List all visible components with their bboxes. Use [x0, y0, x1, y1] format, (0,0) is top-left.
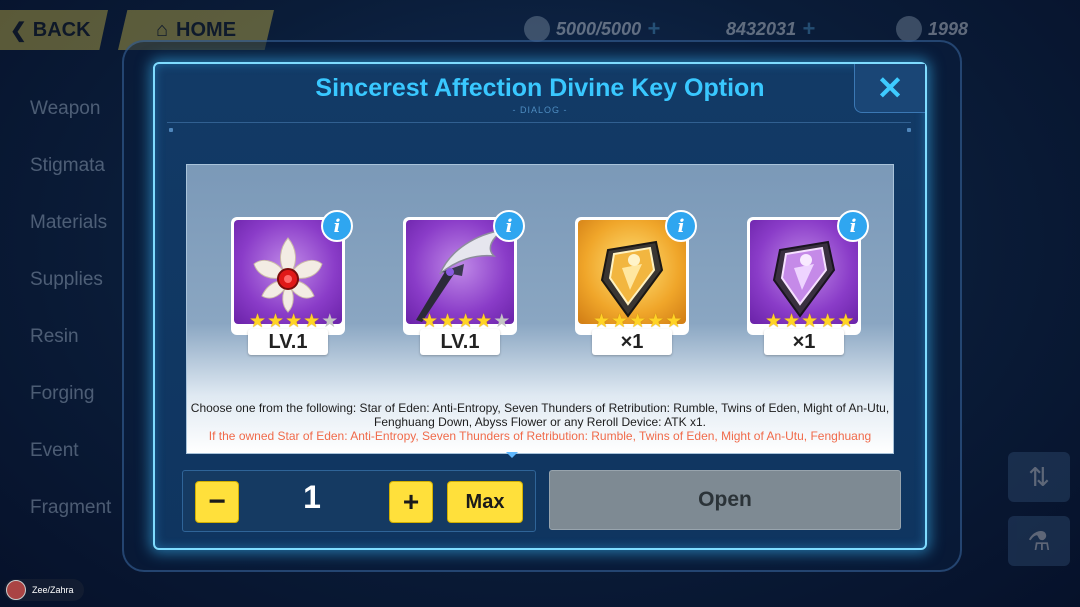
- flask-icon: ⚗: [1008, 516, 1070, 566]
- open-button[interactable]: Open: [549, 470, 901, 530]
- back-button: ❮ BACK: [0, 10, 108, 50]
- scroll-indicator-icon: [506, 452, 518, 458]
- reward-items: ★ ★ ★ ★ ★ i LV.1 ★ ★ ★ ★ ★ i LV.1 ★ ★ ★ …: [187, 210, 893, 357]
- item-quantity: ×1: [764, 329, 844, 355]
- info-icon[interactable]: i: [493, 210, 525, 242]
- plus-icon: +: [647, 16, 660, 41]
- description-text: Choose one from the following: Star of E…: [190, 401, 890, 429]
- info-icon[interactable]: i: [321, 210, 353, 242]
- side-item: Materials: [30, 211, 108, 233]
- side-item: Resin: [30, 325, 79, 347]
- chevron-left-icon: ❮: [10, 19, 27, 42]
- divine-key-dialog: Sincerest Affection Divine Key Option - …: [153, 62, 927, 550]
- reward-item[interactable]: ★ ★ ★ ★ ★ i ×1: [575, 210, 697, 355]
- coin-counter: 8432031 +: [726, 16, 815, 41]
- reward-item[interactable]: ★ ★ ★ ★ ★ i LV.1: [403, 210, 525, 355]
- corner-dot: [907, 128, 911, 132]
- side-item: Fragment: [30, 496, 112, 518]
- dialog-title: Sincerest Affection Divine Key Option: [315, 74, 765, 102]
- dialog-subtitle: - DIALOG -: [512, 105, 568, 115]
- side-item: Supplies: [30, 268, 103, 290]
- quantity-value: 1: [303, 479, 321, 515]
- plus-icon: +: [802, 16, 815, 41]
- item-quantity: ×1: [592, 329, 672, 355]
- user-tag: Zee/Zahra: [4, 579, 84, 601]
- max-button[interactable]: Max: [447, 481, 523, 523]
- reward-panel: ★ ★ ★ ★ ★ i LV.1 ★ ★ ★ ★ ★ i LV.1 ★ ★ ★ …: [186, 164, 894, 454]
- crystal-counter: 1998: [896, 16, 968, 42]
- side-item: Weapon: [30, 97, 101, 119]
- info-icon[interactable]: i: [665, 210, 697, 242]
- reward-item[interactable]: ★ ★ ★ ★ ★ i ×1: [747, 210, 869, 355]
- sort-icon: ⇅: [1008, 452, 1070, 502]
- right-tools: ⇅ ⚗: [1008, 452, 1070, 580]
- info-icon[interactable]: i: [837, 210, 869, 242]
- crystal-icon: [896, 16, 922, 42]
- plus-button[interactable]: +: [389, 481, 433, 523]
- reward-item[interactable]: ★ ★ ★ ★ ★ i LV.1: [231, 210, 353, 355]
- side-item: Event: [30, 439, 79, 461]
- stamina-icon: [524, 16, 550, 42]
- side-item: Stigmata: [30, 154, 105, 176]
- warning-text: If the owned Star of Eden: Anti-Entropy,…: [208, 429, 872, 443]
- item-description: Choose one from the following: Star of E…: [187, 401, 893, 443]
- quantity-selector: − 1 + Max: [182, 470, 536, 532]
- avatar: [6, 580, 26, 600]
- side-menu: Weapon Stigmata Materials Supplies Resin…: [0, 80, 140, 536]
- stamina-counter: 5000/5000 +: [524, 16, 660, 42]
- close-button[interactable]: ✕: [854, 64, 925, 113]
- minus-button[interactable]: −: [195, 481, 239, 523]
- side-item: Forging: [30, 382, 95, 404]
- title-divider: [167, 122, 911, 123]
- item-level: LV.1: [248, 329, 328, 355]
- home-icon: ⌂: [155, 18, 169, 41]
- corner-dot: [169, 128, 173, 132]
- close-x-icon: ✕: [876, 70, 904, 106]
- item-level: LV.1: [420, 329, 500, 355]
